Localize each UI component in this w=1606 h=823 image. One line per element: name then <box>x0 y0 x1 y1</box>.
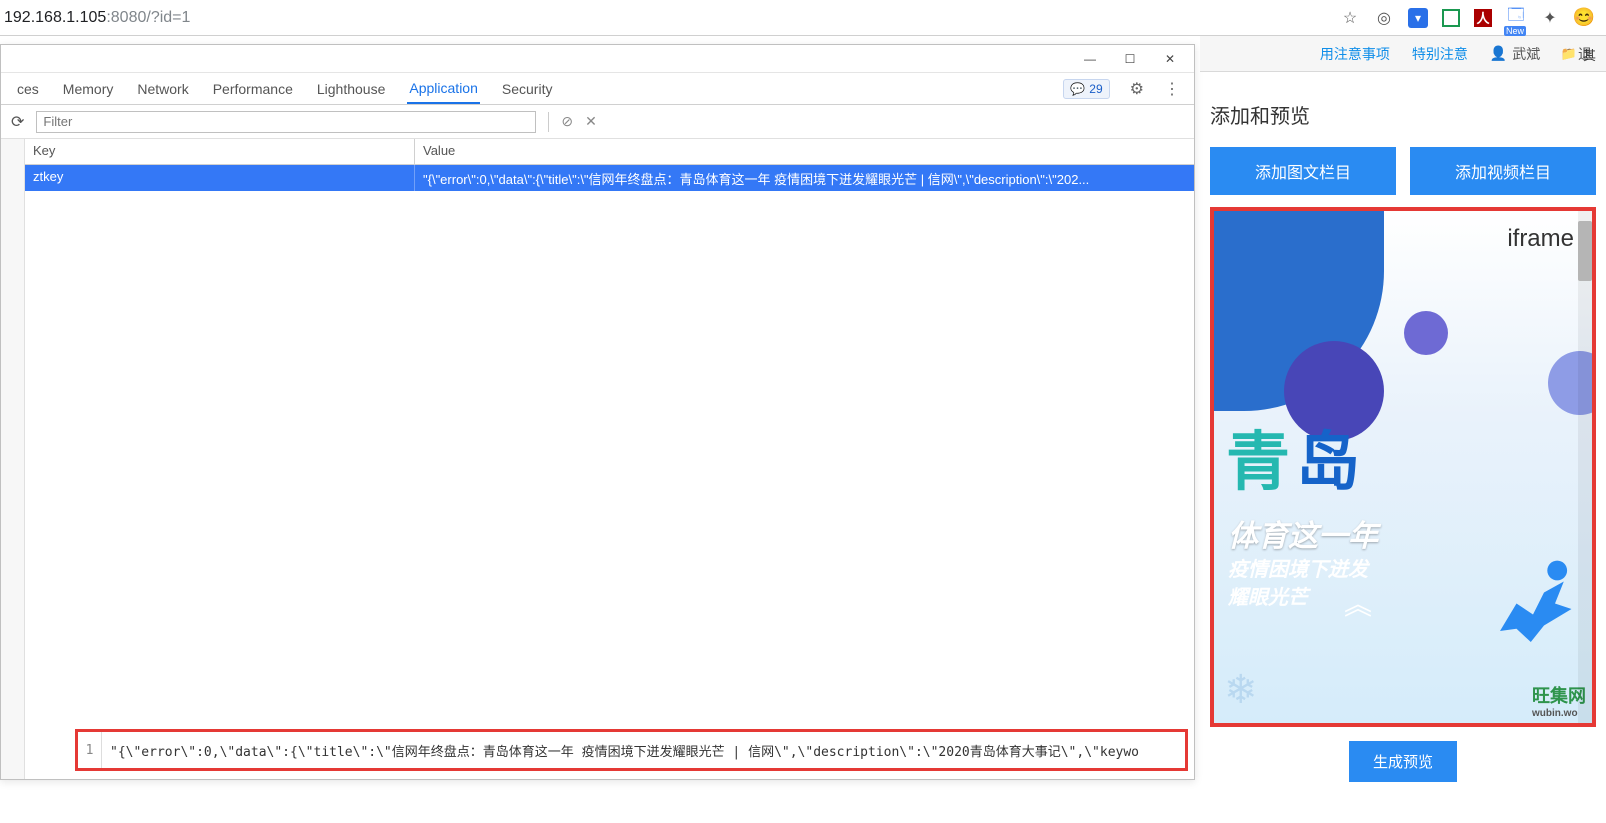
divider <box>548 112 549 132</box>
button-row: 添加图文栏目 添加视频栏目 <box>1210 147 1596 195</box>
column-value[interactable]: Value <box>415 139 1194 164</box>
user-name: 武斌 <box>1512 44 1540 64</box>
detail-code[interactable]: "{\"error\":0,\"data\":{\"title\":\"信网年终… <box>102 741 1147 760</box>
app-right-panel: 用注意事项 特别注意 👤 武斌 ⟲ 退 添加和预览 添加图文栏目 添加视频栏目 … <box>1200 36 1606 823</box>
cell-key: ztkey <box>25 165 415 191</box>
title-char-1: 青 <box>1226 426 1296 498</box>
tab-security[interactable]: Security <box>500 75 555 103</box>
cell-value: "{\"error\":0,\"data\":{\"title\":\"信网年终… <box>415 165 1194 191</box>
storage-body: Key Value ztkey "{\"error\":0,\"data\":{… <box>1 139 1194 779</box>
maximize-icon[interactable]: ☐ <box>1118 52 1142 66</box>
runner-icon <box>1478 543 1588 653</box>
user-display[interactable]: 👤 武斌 <box>1490 44 1540 64</box>
minimize-icon[interactable]: — <box>1078 52 1102 66</box>
preview-sub2: 疫情困境下迸发 <box>1228 553 1368 582</box>
extension-icons: ☆ ◎ ▾ 人 🗔New ✦ 😊 <box>1340 8 1606 28</box>
tab-memory[interactable]: Memory <box>61 75 116 103</box>
nav-special-notice[interactable]: 特别注意 <box>1412 44 1468 64</box>
generate-preview-button[interactable]: 生成预览 <box>1349 741 1457 782</box>
url-port: :8080 <box>106 9 146 26</box>
chevron-up-icon: ︽ <box>1344 583 1372 623</box>
table-empty-area[interactable] <box>25 191 1194 729</box>
clear-icon[interactable]: ⊘ <box>561 113 573 130</box>
refresh-icon[interactable]: ⟳ <box>11 112 24 132</box>
scrollbar-thumb[interactable] <box>1578 221 1592 281</box>
extension-green-icon[interactable] <box>1442 9 1460 27</box>
preview-sub1: 体育这一年 <box>1228 511 1378 555</box>
right-content: 添加和预览 添加图文栏目 添加视频栏目 iframe 青岛 体育这一年 疫情困境… <box>1200 72 1606 792</box>
filter-input[interactable] <box>36 111 536 133</box>
tab-sources[interactable]: ces <box>15 75 41 103</box>
section-title: 添加和预览 <box>1210 100 1596 129</box>
target-icon[interactable]: ◎ <box>1374 8 1394 28</box>
preview-sub3: 耀眼光芒 <box>1228 581 1308 610</box>
preview-iframe[interactable]: iframe 青岛 体育这一年 疫情困境下迸发 耀眼光芒 ︽ ❄ 旺集网 wub… <box>1210 207 1596 727</box>
messages-count: 29 <box>1089 82 1102 96</box>
bookmarks-bar: 📁 其 <box>1561 38 1596 70</box>
delete-icon[interactable]: ✕ <box>585 113 597 130</box>
extensions-puzzle-icon[interactable]: ✦ <box>1540 8 1560 28</box>
user-icon: 👤 <box>1490 45 1507 62</box>
storage-sidebar-collapsed[interactable] <box>1 139 25 779</box>
storage-toolbar: ⟳ ⊘ ✕ <box>1 105 1194 139</box>
tab-lighthouse[interactable]: Lighthouse <box>315 75 388 103</box>
extension-blue-icon[interactable]: ▾ <box>1408 8 1428 28</box>
table-row[interactable]: ztkey "{\"error\":0,\"data\":{\"title\":… <box>25 165 1194 191</box>
column-key[interactable]: Key <box>25 139 415 164</box>
folder-icon: 📁 <box>1561 46 1577 62</box>
tab-network[interactable]: Network <box>135 75 190 103</box>
url-display[interactable]: 192.168.1.105:8080/?id=1 <box>0 9 190 27</box>
more-icon[interactable]: ⋮ <box>1164 79 1180 99</box>
iframe-label: iframe <box>1507 225 1574 253</box>
decor-shape <box>1404 311 1448 355</box>
profile-avatar-icon[interactable]: 😊 <box>1574 8 1594 28</box>
value-detail-pane: 1 "{\"error\":0,\"data\":{\"title\":\"信网… <box>75 729 1188 771</box>
close-icon[interactable]: ✕ <box>1158 52 1182 66</box>
app-header: 用注意事项 特别注意 👤 武斌 ⟲ 退 <box>1200 36 1606 72</box>
nav-use-notice[interactable]: 用注意事项 <box>1320 44 1390 64</box>
scrollbar[interactable] <box>1578 211 1592 723</box>
preview-title: 青岛 <box>1226 411 1366 503</box>
bookmark-other[interactable]: 其 <box>1583 45 1596 64</box>
table-header: Key Value <box>25 139 1194 165</box>
storage-table: Key Value ztkey "{\"error\":0,\"data\":{… <box>25 139 1194 779</box>
fireworks-icon: ❄ <box>1224 667 1258 713</box>
title-char-2: 岛 <box>1296 426 1366 498</box>
url-host: 192.168.1.105 <box>4 9 106 26</box>
browser-address-bar: 192.168.1.105:8080/?id=1 ☆ ◎ ▾ 人 🗔New ✦ … <box>0 0 1606 36</box>
devtools-titlebar: — ☐ ✕ <box>1 45 1194 73</box>
star-icon[interactable]: ☆ <box>1340 8 1360 28</box>
line-number: 1 <box>78 732 102 768</box>
devtools-tab-strip: ces Memory Network Performance Lighthous… <box>1 73 1194 105</box>
tab-performance[interactable]: Performance <box>211 75 295 103</box>
extension-recorder-icon[interactable]: 🗔New <box>1506 8 1526 28</box>
add-text-column-button[interactable]: 添加图文栏目 <box>1210 147 1396 195</box>
extension-adobe-icon[interactable]: 人 <box>1474 9 1492 27</box>
devtools-window: — ☐ ✕ ces Memory Network Performance Lig… <box>0 44 1195 780</box>
tab-application[interactable]: Application <box>407 74 480 104</box>
add-video-column-button[interactable]: 添加视频栏目 <box>1410 147 1596 195</box>
gear-icon[interactable]: ⚙ <box>1130 79 1144 99</box>
messages-badge[interactable]: 💬 29 <box>1063 79 1109 99</box>
url-path: /?id=1 <box>146 9 190 26</box>
message-icon: 💬 <box>1070 82 1085 96</box>
